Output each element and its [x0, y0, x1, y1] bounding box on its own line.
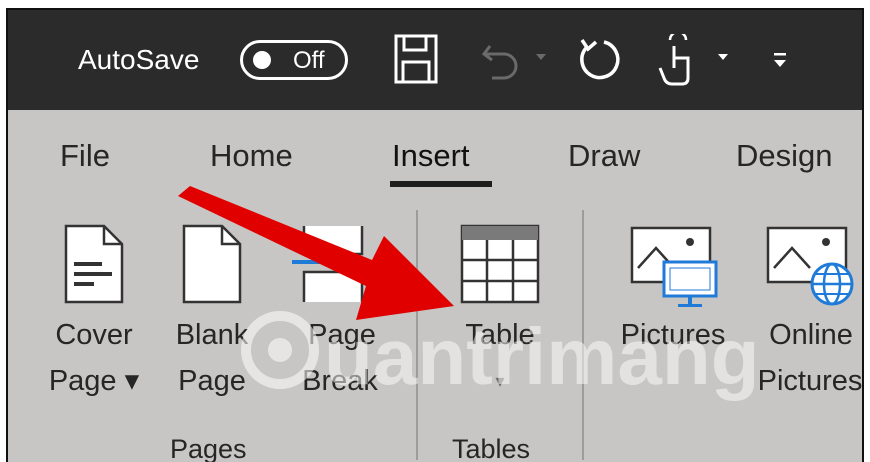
cover-page-icon — [64, 224, 124, 309]
tab-insert[interactable]: Insert — [392, 138, 470, 174]
undo-dropdown-icon[interactable] — [534, 50, 548, 68]
pictures-label: Pictures — [620, 319, 726, 351]
page-break-label-2: Break — [302, 365, 378, 397]
ribbon-tabs: File Home Insert Draw Design — [8, 110, 862, 190]
touch-mode-icon[interactable] — [654, 30, 698, 93]
redo-icon[interactable] — [574, 34, 624, 91]
pictures-icon — [630, 224, 722, 317]
tab-home[interactable]: Home — [210, 138, 293, 174]
autosave-state: Off — [293, 47, 325, 74]
ribbon: Cover Page ▾ Blank Page Page Break Pages… — [8, 190, 862, 462]
active-tab-indicator — [390, 181, 492, 187]
group-separator — [416, 210, 418, 460]
autosave-toggle[interactable]: Off — [240, 40, 348, 80]
tab-file[interactable]: File — [60, 138, 110, 174]
undo-icon[interactable] — [480, 34, 524, 89]
table-label: Table — [465, 319, 535, 351]
table-dropdown-icon[interactable]: ▾ — [480, 360, 520, 402]
group-separator — [582, 210, 584, 460]
blank-page-label-1: Blank — [175, 319, 249, 351]
word-window: AutoSave Off File Home Insert Draw Desig… — [6, 8, 864, 462]
page-break-label-1: Page — [308, 319, 376, 351]
customize-toolbar-icon[interactable] — [772, 50, 788, 75]
blank-page-icon — [182, 224, 242, 309]
online-pictures-label-2: Pictures — [757, 365, 863, 397]
toggle-knob — [253, 51, 271, 69]
online-pictures-icon — [766, 224, 858, 317]
tab-design[interactable]: Design — [736, 138, 833, 174]
online-pictures-label-1: Online — [769, 319, 853, 351]
pages-group-label: Pages — [170, 434, 247, 462]
cover-page-label-2: Page ▾ — [48, 365, 140, 397]
blank-page-label-2: Page — [178, 365, 246, 397]
tables-group-label: Tables — [452, 434, 531, 462]
autosave-label: AutoSave — [78, 44, 200, 75]
save-icon[interactable] — [394, 34, 438, 89]
page-break-icon — [290, 224, 366, 309]
table-icon — [460, 224, 540, 309]
title-bar: AutoSave Off — [8, 10, 862, 110]
touch-dropdown-icon[interactable] — [716, 50, 730, 68]
cover-page-label-1: Cover — [55, 319, 133, 351]
tab-draw[interactable]: Draw — [568, 138, 640, 174]
